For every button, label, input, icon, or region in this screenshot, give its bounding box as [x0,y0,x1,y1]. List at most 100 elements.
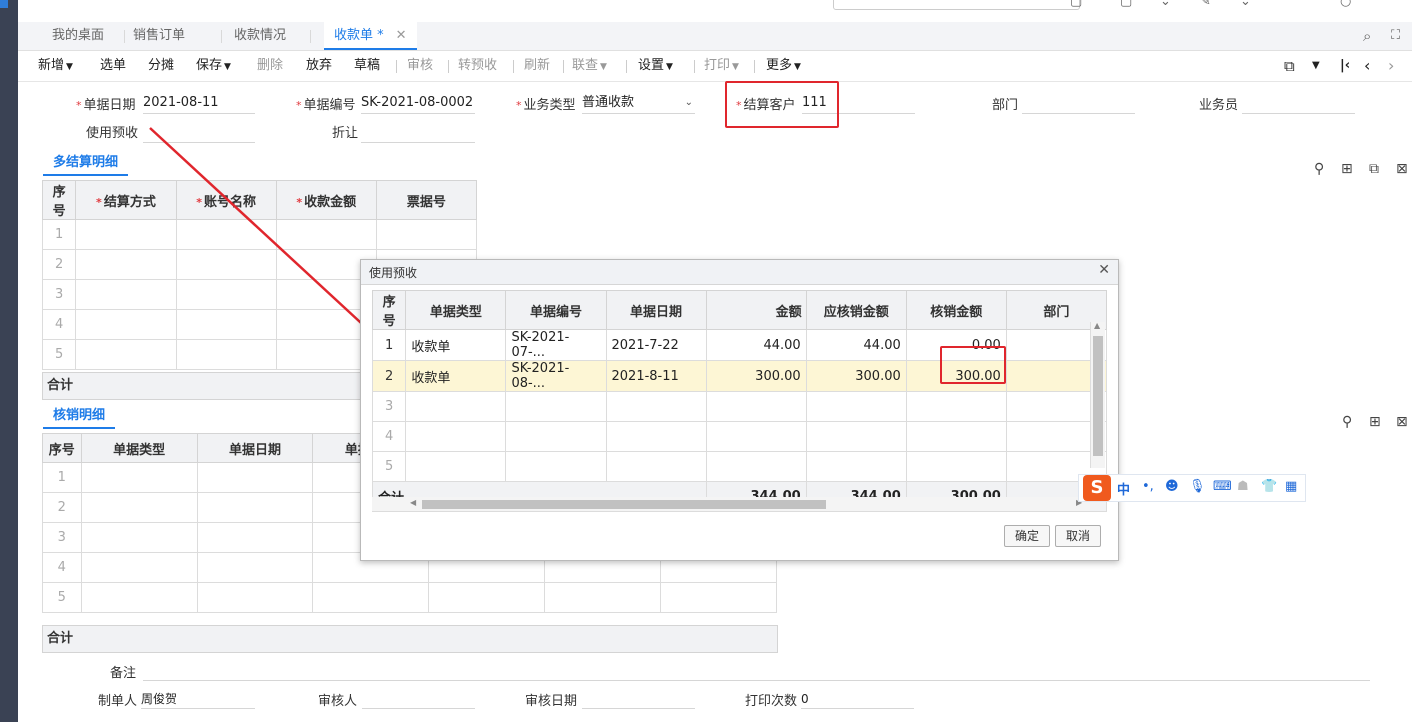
col-header: 应核销金额 [805,290,907,330]
dialog-vertical-scrollbar[interactable]: ▲ [1090,321,1105,468]
link-query-label: 联查 [572,58,599,73]
dept-field[interactable] [1022,93,1135,114]
close-icon[interactable]: ✕ [396,28,407,43]
date-field[interactable]: 2021-08-11 [143,93,255,114]
search-icon[interactable]: ⌕ [1363,22,1371,50]
toolbox-icon[interactable]: ▦ [1285,479,1297,494]
row-index: 2 [41,249,77,280]
top-icon-4[interactable]: ✎ [1200,0,1211,9]
toolbar-divider [448,60,449,73]
delete-row-icon[interactable]: ⊠ [1396,161,1408,177]
location-icon[interactable]: ⚲ [1314,161,1324,177]
table-row[interactable]: 3 [371,391,1108,422]
to-prepay-button[interactable]: 转预收 [458,51,497,81]
scrollbar-thumb[interactable] [1093,336,1103,456]
next-page-icon[interactable]: › [1388,51,1394,81]
row-index: 3 [371,391,407,422]
table-row[interactable]: 4 [371,421,1108,452]
print-button[interactable]: 打印 ▼ [704,51,739,81]
location-icon[interactable]: ⚲ [1342,414,1352,430]
add-row-icon[interactable]: ⊞ [1369,414,1381,430]
top-search-box[interactable] [833,0,1080,10]
col-header: * 结算方式 [75,180,177,220]
user-icon[interactable]: ☗ [1237,479,1249,494]
print-count-label: 打印次数 [745,694,798,709]
scroll-left-icon[interactable]: ◀ [410,498,416,507]
first-page-icon[interactable]: |‹ [1340,51,1350,81]
writeoff-section-title[interactable]: 核销明细 [43,404,116,429]
refresh-button[interactable]: 刷新 [524,51,550,81]
dialog-title: 使用预收 [369,266,418,280]
docno-field[interactable]: SK-2021-08-0002 [361,93,475,114]
audit-button[interactable]: 审核 [407,51,433,81]
new-button[interactable]: 新增 ▼ [38,51,73,81]
staff-field[interactable] [1242,93,1355,114]
discount-label: 折让 [332,126,359,141]
tab-bar: 我的桌面 销售订单 收款情况 收款单 * ✕ ⌕ ⛶ [18,22,1412,51]
chevron-down-icon: ▼ [794,62,801,72]
preview-icon[interactable]: ⧉ [1284,51,1295,81]
prepay-field[interactable] [143,122,255,143]
top-icon-6[interactable]: ○ [1340,0,1351,9]
delete-button[interactable]: 删除 [257,51,283,81]
tab-divider [310,30,311,43]
col-header: 序号 [42,433,82,463]
tab-desktop[interactable]: 我的桌面 [52,22,104,50]
tab-sales-order[interactable]: 销售订单 [133,22,185,50]
more-button[interactable]: 更多 ▼ [766,51,801,81]
cell-due: 300.00 [805,360,907,392]
table-row[interactable]: 5 [42,582,777,613]
discard-button[interactable]: 放弃 [306,51,332,81]
tab-receipt-bill-label: 收款单 * [334,28,384,43]
chevron-down-icon: ▼ [224,62,231,72]
table-row[interactable]: 5 [371,451,1108,482]
draft-button[interactable]: 草稿 [354,51,380,81]
add-row-icon[interactable]: ⊞ [1341,161,1353,177]
keyboard-icon[interactable]: ⌨ [1213,479,1232,494]
microphone-icon[interactable]: 🎙 [1189,479,1206,494]
link-query-button[interactable]: 联查 ▼ [572,51,607,81]
top-icon-2[interactable]: ▢ [1120,0,1132,9]
cancel-button[interactable]: 取消 [1055,525,1101,547]
tab-receipt-bill[interactable]: 收款单 * ✕ [324,22,417,50]
sogou-logo-icon[interactable]: S [1083,475,1111,501]
save-button[interactable]: 保存 ▼ [196,51,231,81]
copy-row-icon[interactable]: ⧉ [1369,161,1379,177]
chevron-down-icon: ▼ [732,62,739,72]
prev-page-icon[interactable]: ‹ [1364,51,1370,81]
allocate-button[interactable]: 分摊 [148,51,174,81]
top-icon-1[interactable]: ▢ [1070,0,1082,9]
skin-icon[interactable]: 👕 [1261,479,1277,494]
col-header: 单据类型 [405,290,507,330]
table-row[interactable]: 1 [41,219,478,250]
scroll-up-icon[interactable]: ▲ [1094,321,1100,330]
settings-button[interactable]: 设置 ▼ [638,51,673,81]
emoji-icon[interactable]: ☻ [1165,479,1179,494]
tab-receipt-status[interactable]: 收款情况 [234,22,286,50]
select-bill-button[interactable]: 选单 [100,51,126,81]
scrollbar-thumb[interactable] [422,500,826,509]
dialog-horizontal-scrollbar[interactable]: ◀ ▶ [372,497,1090,511]
cell-no: SK-2021-08-... [505,360,607,392]
biztype-select[interactable]: 普通收款 ⌄ [582,93,695,114]
cell-date: 2021-8-11 [605,360,707,392]
chevron-down-icon[interactable]: ▼ [1312,51,1320,81]
discount-field[interactable] [361,122,475,143]
row-index: 5 [42,582,82,613]
ok-button[interactable]: 确定 [1004,525,1050,547]
close-icon[interactable]: ✕ [1098,262,1110,278]
maker-label: 制单人 [98,694,138,709]
delete-row-icon[interactable]: ⊠ [1396,414,1408,430]
row-index: 1 [371,329,407,361]
col-header: 单据日期 [605,290,707,330]
settlement-section-title[interactable]: 多结算明细 [43,151,129,176]
tab-divider [221,30,222,43]
remark-field[interactable] [143,662,1370,681]
row-index: 4 [41,309,77,340]
top-icon-5[interactable]: ⌄ [1240,0,1251,9]
top-icon-3[interactable]: ⌄ [1160,0,1171,9]
ime-punct-toggle[interactable]: •, [1142,479,1154,494]
ime-mode-toggle[interactable]: 中 [1117,479,1130,498]
col-header: 单据日期 [196,433,314,463]
fullscreen-icon[interactable]: ⛶ [1391,22,1400,50]
